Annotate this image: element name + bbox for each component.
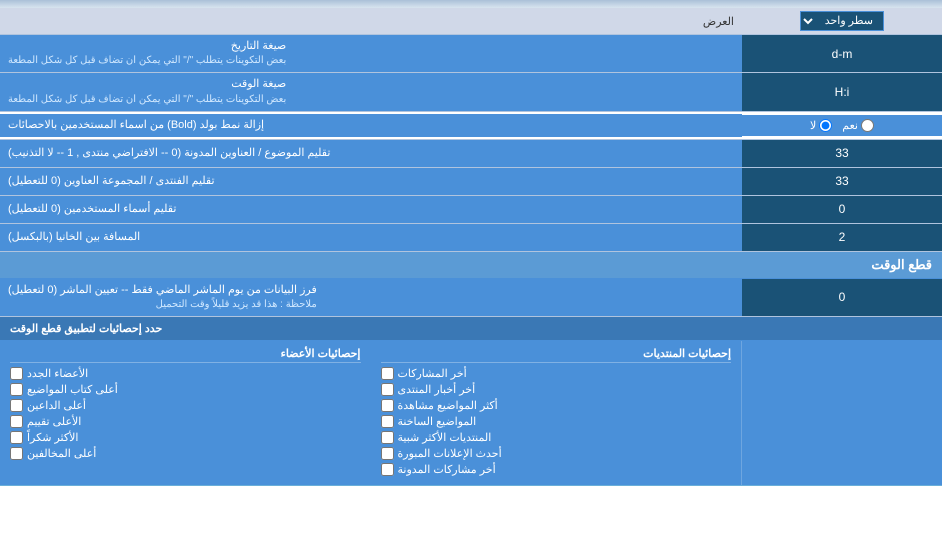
stat-forum-3[interactable]: أكثر المواضيع مشاهدة xyxy=(381,399,732,412)
users-trim-input[interactable] xyxy=(748,202,936,216)
members-col-title: إحصائيات الأعضاء xyxy=(10,347,361,363)
bold-radio-cell: نعم لا xyxy=(742,115,942,136)
bold-yes-radio[interactable] xyxy=(861,119,874,132)
date-format-row: صيغة التاريخ بعض التكوينات يتطلب "/" الت… xyxy=(0,35,942,73)
date-format-input[interactable] xyxy=(748,47,936,61)
realtime-input-cell xyxy=(742,279,942,316)
stat-forum-2[interactable]: أخر أخبار المنتدى xyxy=(381,383,732,396)
stat-forum-7[interactable]: أخر مشاركات المدونة xyxy=(381,463,732,476)
stat-forum-1[interactable]: أخر المشاركات xyxy=(381,367,732,380)
forums-col-title: إحصائيات المنتديات xyxy=(381,347,732,363)
forum-trim-input-cell xyxy=(742,168,942,195)
stats-limit-label: حدد إحصائيات لتطبيق قطع الوقت xyxy=(0,317,742,340)
users-trim-input-cell xyxy=(742,196,942,223)
topics-trim-row: تقليم الموضوع / العناوين المدونة (0 -- ا… xyxy=(0,140,942,168)
users-trim-label: تقليم أسماء المستخدمين (0 للتعطيل) xyxy=(0,196,742,223)
stats-empty-left xyxy=(742,341,942,485)
time-format-row: صيغة الوقت بعض التكوينات يتطلب "/" التي … xyxy=(0,73,942,111)
realtime-section-header: قطع الوقت xyxy=(0,252,942,279)
users-trim-row: تقليم أسماء المستخدمين (0 للتعطيل) xyxy=(0,196,942,224)
realtime-row: فرز البيانات من يوم الماشر الماضي فقط --… xyxy=(0,279,942,317)
time-format-input[interactable] xyxy=(748,85,936,99)
top-bar xyxy=(0,0,942,8)
stat-forum-4[interactable]: المواضيع الساخنة xyxy=(381,415,732,428)
bold-no-label[interactable]: لا xyxy=(810,119,832,132)
time-format-label: صيغة الوقت بعض التكوينات يتطلب "/" التي … xyxy=(0,73,742,110)
stat-member-3[interactable]: أعلى الداعين xyxy=(10,399,361,412)
format-select[interactable]: سطر واحد سطرين ثلاثة أسطر xyxy=(800,11,884,31)
spacing-input[interactable] xyxy=(748,230,936,244)
bold-label: إزالة نمط بولد (Bold) من اسماء المستخدمي… xyxy=(0,114,742,137)
spacing-input-cell xyxy=(742,224,942,251)
stat-member-1[interactable]: الأعضاء الجدد xyxy=(10,367,361,380)
date-format-label: صيغة التاريخ بعض التكوينات يتطلب "/" الت… xyxy=(0,35,742,72)
main-container: سطر واحد سطرين ثلاثة أسطر العرض صيغة الت… xyxy=(0,0,942,486)
bold-no-radio[interactable] xyxy=(819,119,832,132)
date-format-input-cell xyxy=(742,35,942,72)
stats-limit-left xyxy=(742,317,942,340)
stats-col-forums: إحصائيات المنتديات أخر المشاركات أخر أخب… xyxy=(371,341,743,485)
format-select-cell: سطر واحد سطرين ثلاثة أسطر xyxy=(742,8,942,34)
stat-member-2[interactable]: أعلى كتاب المواضيع xyxy=(10,383,361,396)
bold-yes-label[interactable]: نعم xyxy=(842,119,874,132)
stat-forum-6[interactable]: أحدث الإعلانات المبورة xyxy=(381,447,732,460)
time-format-input-cell xyxy=(742,73,942,110)
forum-trim-label: تقليم الفنتدى / المجموعة العناوين (0 للت… xyxy=(0,168,742,195)
stat-member-5[interactable]: الأكثر شكراً xyxy=(10,431,361,444)
topics-trim-input[interactable] xyxy=(748,146,936,160)
stats-grid: إحصائيات المنتديات أخر المشاركات أخر أخب… xyxy=(0,341,942,486)
topics-trim-input-cell xyxy=(742,140,942,167)
stat-forum-5[interactable]: المنتديات الأكثر شبية xyxy=(381,431,732,444)
stat-member-6[interactable]: أعلى المخالفين xyxy=(10,447,361,460)
stats-col-members: إحصائيات الأعضاء الأعضاء الجدد أعلى كتاب… xyxy=(0,341,371,485)
stats-limit-row: حدد إحصائيات لتطبيق قطع الوقت xyxy=(0,317,942,341)
spacing-label: المسافة بين الخانيا (بالبكسل) xyxy=(0,224,742,251)
spacing-row: المسافة بين الخانيا (بالبكسل) xyxy=(0,224,942,252)
bold-row: نعم لا إزالة نمط بولد (Bold) من اسماء ال… xyxy=(0,112,942,140)
topics-trim-label: تقليم الموضوع / العناوين المدونة (0 -- ا… xyxy=(0,140,742,167)
stat-member-4[interactable]: الأعلى تقييم xyxy=(10,415,361,428)
display-format-row: سطر واحد سطرين ثلاثة أسطر العرض xyxy=(0,8,942,35)
realtime-label: فرز البيانات من يوم الماشر الماضي فقط --… xyxy=(0,279,742,316)
forum-trim-input[interactable] xyxy=(748,174,936,188)
forum-trim-row: تقليم الفنتدى / المجموعة العناوين (0 للت… xyxy=(0,168,942,196)
realtime-input[interactable] xyxy=(748,290,936,304)
format-label: العرض xyxy=(0,11,742,32)
